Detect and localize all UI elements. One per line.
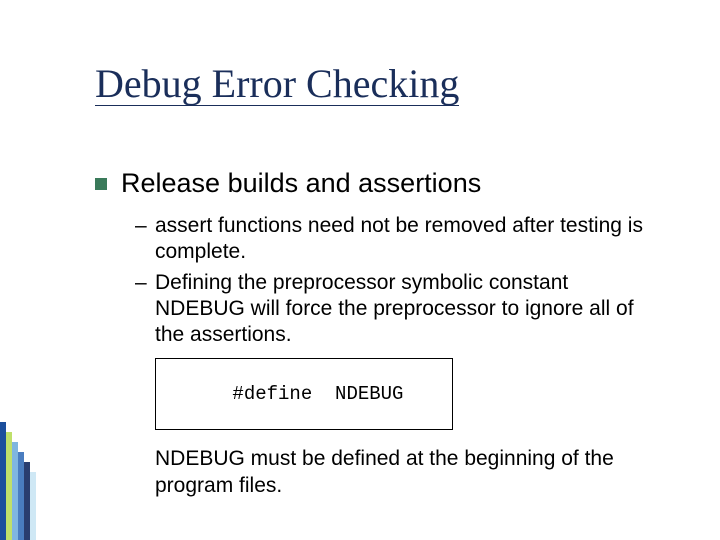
slide-title: Debug Error Checking <box>95 60 459 107</box>
bullet-level2-text: assert functions need not be removed aft… <box>155 213 655 266</box>
code-box: #define NDEBUG <box>155 358 453 430</box>
note-text: NDEBUG must be defined at the beginning … <box>155 446 655 499</box>
stripe-icon <box>30 472 36 540</box>
bullet-level2-text: Defining the preprocessor symbolic const… <box>155 270 655 349</box>
bullet-level1: Release builds and assertions <box>95 168 655 199</box>
dash-bullet-icon: – <box>135 213 153 239</box>
decorative-stripes <box>0 0 40 540</box>
title-text: Debug Error Checking <box>95 63 459 106</box>
bullet-level2-group: – assert functions need not be removed a… <box>135 213 655 348</box>
bullet-level1-text: Release builds and assertions <box>121 168 481 199</box>
square-bullet-icon <box>95 178 107 190</box>
slide: Debug Error Checking Release builds and … <box>0 0 720 540</box>
bullet-level2: – assert functions need not be removed a… <box>135 213 655 266</box>
code-text: #define NDEBUG <box>232 383 403 405</box>
bullet-level2: – Defining the preprocessor symbolic con… <box>135 270 655 349</box>
dash-bullet-icon: – <box>135 270 153 296</box>
slide-body: Release builds and assertions – assert f… <box>95 168 655 499</box>
